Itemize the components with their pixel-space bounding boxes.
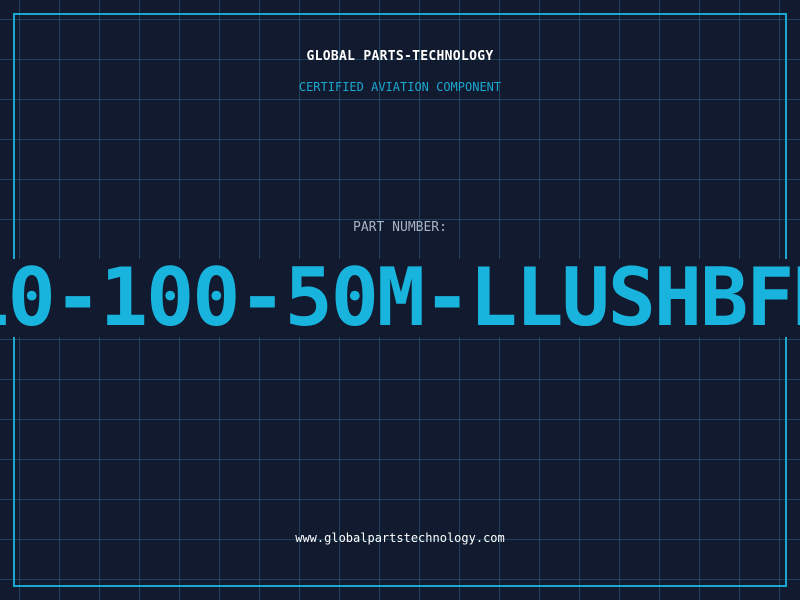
certification-subtitle: CERTIFIED AVIATION COMPONENT — [298, 80, 502, 94]
part-number-band: 10-100-50M-LLUSHBFD — [0, 259, 800, 337]
part-number-value: 10-100-50M-LLUSHBFD — [0, 259, 800, 337]
part-number-label: PART NUMBER: — [353, 220, 447, 235]
brand-name: GLOBAL PARTS-TECHNOLOGY — [306, 49, 494, 64]
website-link[interactable]: www.globalpartstechnology.com — [0, 531, 800, 545]
part-card: GLOBAL PARTS-TECHNOLOGY CERTIFIED AVIATI… — [0, 0, 800, 600]
